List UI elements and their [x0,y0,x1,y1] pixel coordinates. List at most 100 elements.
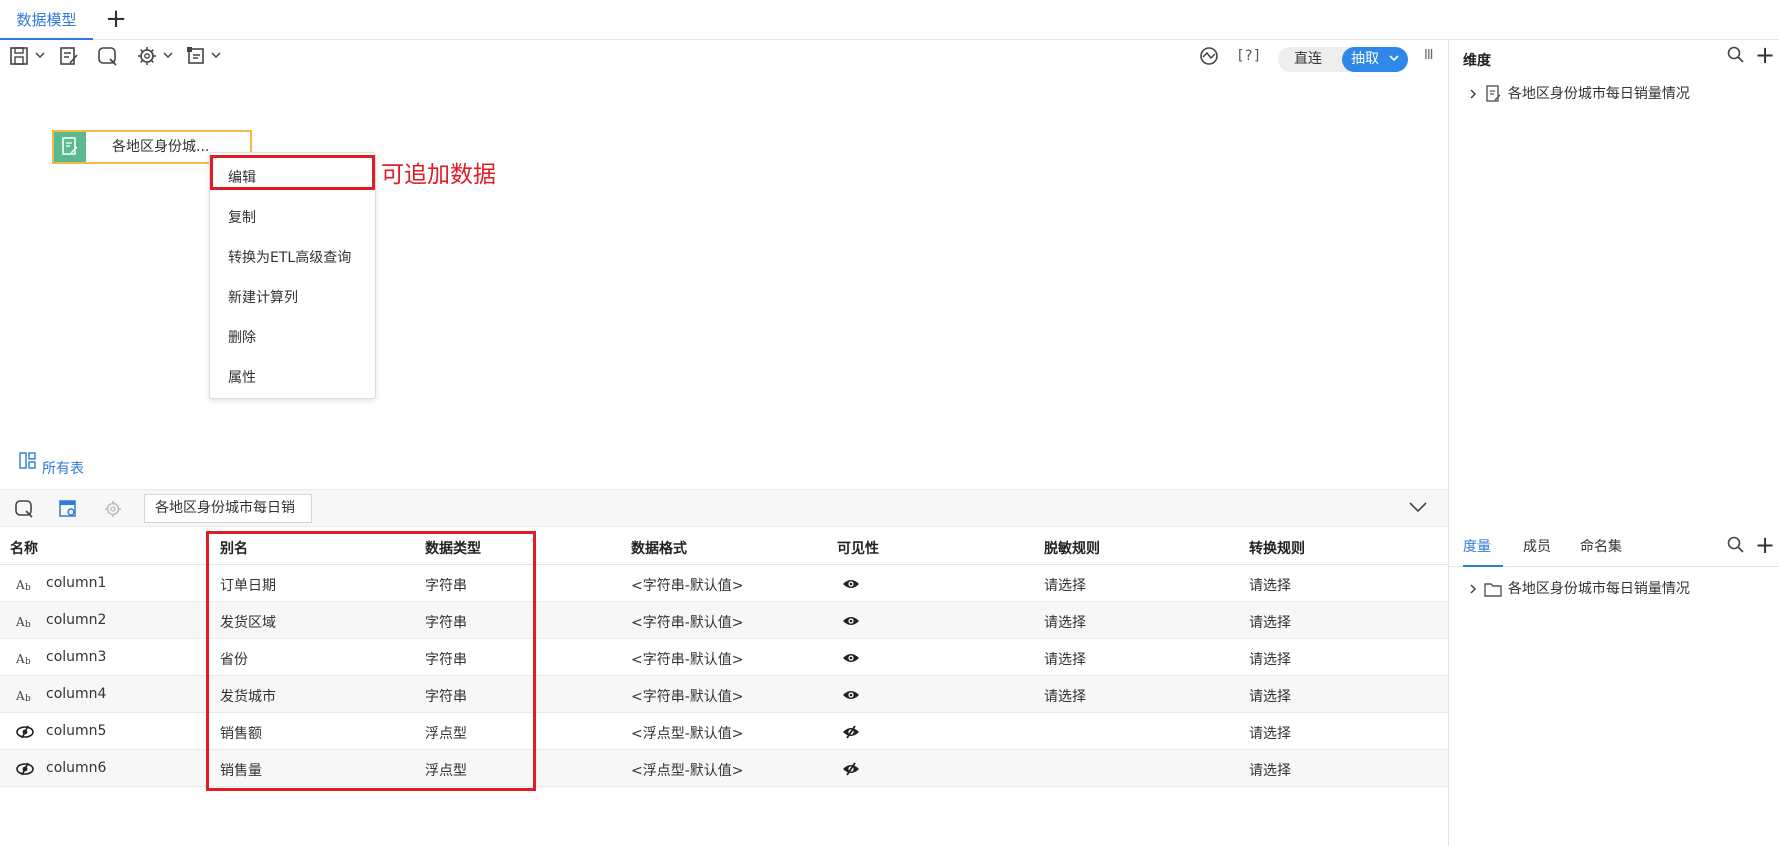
save-dropdown-caret-icon[interactable] [34,49,46,61]
mode-direct-option[interactable]: 直连 [1294,47,1322,72]
data-format-cell[interactable]: <字符串-默认值> [631,649,744,669]
folder-icon [1484,583,1503,597]
svg-text:b: b [25,620,31,629]
svg-text:A: A [16,652,25,666]
tab-named-set[interactable]: 命名集 [1580,527,1622,567]
table-select[interactable]: 各地区身份城市每日销 [144,494,312,523]
menu-item-delete[interactable]: 删除 [228,327,256,347]
header-visibility: 可见性 [837,541,879,557]
column-name-cell: column5 [46,723,107,739]
svg-text:A: A [16,615,25,629]
app-root: 数据模型 + [?] 直连 抽取 III 各地区身份城... 编辑 复制 转换为… [0,0,1779,846]
measure-tabs: 度量 成员 命名集 + [1449,527,1779,567]
text-type-icon: Ab [16,689,31,703]
text-type-icon: Ab [16,578,31,592]
data-format-cell[interactable]: <浮点型-默认值> [631,723,744,743]
tab-bar: 数据模型 + [0,0,1779,40]
svg-text:b: b [25,583,31,592]
menu-item-copy[interactable]: 复制 [228,207,256,227]
header-data-format: 数据格式 [631,541,687,557]
column-name-cell: column6 [46,760,107,776]
masking-rule-cell[interactable]: 请选择 [1044,649,1086,669]
menu-item-new-calc-column[interactable]: 新建计算列 [228,287,298,307]
text-type-icon: Ab [16,652,31,666]
table-node-icon [54,132,86,162]
mode-extract-label: 抽取 [1351,51,1379,67]
tab-data-model[interactable]: 数据模型 [0,0,93,40]
dimension-tree-item[interactable]: 各地区身份城市每日销量情况 [1467,83,1690,103]
eye-icon[interactable] [842,614,860,628]
data-format-cell[interactable]: <字符串-默认值> [631,686,744,706]
add-measure-button[interactable]: + [1755,531,1775,559]
column-name-cell: column1 [46,575,107,591]
table-settings-icon[interactable] [58,499,78,519]
svg-text:A: A [16,578,25,592]
data-source-icon[interactable] [186,46,208,66]
chevron-right-icon[interactable] [1467,583,1479,595]
chevron-right-icon[interactable] [1467,88,1479,100]
column-name-cell: column2 [46,612,107,628]
masking-rule-cell[interactable]: 请选择 [1044,686,1086,706]
dimension-title: 维度 [1463,53,1491,69]
connection-mode-switch[interactable]: 直连 抽取 [1278,47,1408,72]
eye-icon[interactable] [842,651,860,665]
layout-panel-icon [19,452,36,469]
document-icon [62,137,78,155]
svg-text:b: b [25,657,31,666]
convert-rule-cell[interactable]: 请选择 [1249,649,1291,669]
convert-rule-cell[interactable]: 请选择 [1249,723,1291,743]
help-icon[interactable]: [?] [1236,48,1261,64]
column-name-cell: column4 [46,686,107,702]
data-source-dropdown-caret-icon[interactable] [210,49,222,61]
svg-text:b: b [25,694,31,703]
column-name-cell: column3 [46,649,107,665]
highlight-box-edit [210,155,375,190]
column-settings-icon[interactable]: III [1424,48,1433,63]
save-icon[interactable] [9,46,31,66]
settings-gear-icon[interactable] [137,46,159,66]
convert-rule-cell[interactable]: 请选择 [1249,575,1291,595]
dimension-item-label: 各地区身份城市每日销量情况 [1507,86,1690,102]
eye-hidden-icon[interactable] [842,725,860,739]
eye-icon[interactable] [842,688,860,702]
masking-rule-cell[interactable]: 请选择 [1044,612,1086,632]
numeric-type-icon [16,762,34,776]
table-node-label: 各地区身份城... [112,139,210,155]
search-icon[interactable] [1727,46,1745,64]
tab-measure[interactable]: 度量 [1463,527,1503,567]
all-tables-label: 所有表 [42,461,84,477]
right-panel: 维度 + 各地区身份城市每日销量情况 度量 成员 命名集 + 各地区身份城市每日… [1448,40,1779,846]
edit-document-icon[interactable] [58,46,80,66]
convert-rule-cell[interactable]: 请选择 [1249,612,1291,632]
text-type-icon: Ab [16,615,31,629]
table-document-icon [1486,85,1501,102]
tab-member[interactable]: 成员 [1523,527,1551,567]
settings-dropdown-caret-icon[interactable] [162,49,174,61]
header-convert-rule: 转换规则 [1249,541,1305,557]
preview-search-icon[interactable] [97,46,119,66]
menu-item-properties[interactable]: 属性 [228,367,256,387]
svg-text:A: A [16,689,25,703]
eye-hidden-icon[interactable] [842,762,860,776]
header-name: 名称 [10,541,38,557]
add-dimension-button[interactable]: + [1755,41,1775,69]
data-format-cell[interactable]: <浮点型-默认值> [631,760,744,780]
masking-rule-cell[interactable]: 请选择 [1044,575,1086,595]
convert-rule-cell[interactable]: 请选择 [1249,686,1291,706]
data-format-cell[interactable]: <字符串-默认值> [631,612,744,632]
eye-icon[interactable] [842,577,860,591]
menu-item-convert-etl[interactable]: 转换为ETL高级查询 [228,247,351,267]
measure-item-label: 各地区身份城市每日销量情况 [1507,581,1690,597]
search-icon[interactable] [1727,536,1745,554]
preview-search-icon[interactable] [14,499,34,519]
annotation-text: 可追加数据 [381,162,496,188]
add-tab-button[interactable]: + [103,6,129,32]
collapse-chevron-icon[interactable] [1408,500,1428,514]
mode-extract-option[interactable]: 抽取 [1342,47,1408,72]
performance-icon[interactable] [1199,46,1221,66]
data-format-cell[interactable]: <字符串-默认值> [631,575,744,595]
chevron-down-icon [1389,55,1399,62]
measure-tree-item[interactable]: 各地区身份城市每日销量情况 [1467,578,1690,598]
gear-icon[interactable] [103,499,123,519]
convert-rule-cell[interactable]: 请选择 [1249,760,1291,780]
